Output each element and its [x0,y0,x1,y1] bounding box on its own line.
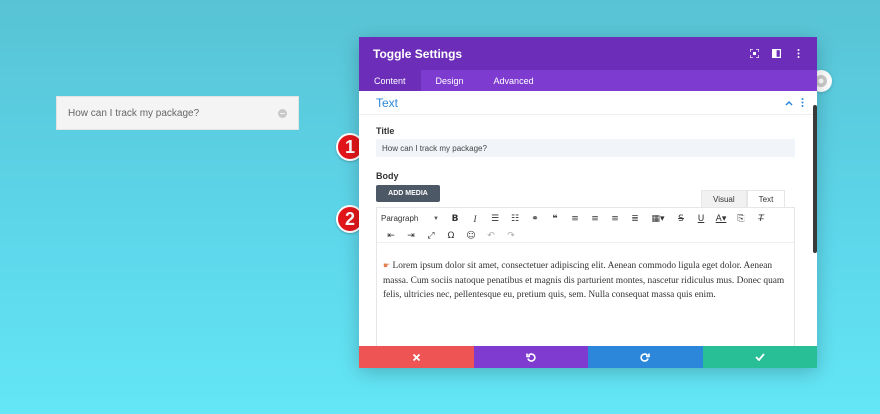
more-vertical-icon[interactable] [794,49,803,58]
align-left-icon[interactable]: ≡ [565,211,585,226]
section-text-header[interactable]: Text [359,91,817,115]
body-editor[interactable]: Paragraph ▼ B I ☰ ☷ ⚭ ❝ ≡ ≡ ≡ ≣ ▦▾ S U A… [376,207,795,351]
cancel-button[interactable] [359,346,474,368]
outdent-icon[interactable]: ⇤ [381,228,401,243]
fullscreen-icon[interactable]: ⤢ [421,228,441,243]
modal-tabs: Content Design Advanced [359,70,817,91]
modal-body: Text Title Body ADD MEDIA Visual Text Pa… [359,91,817,351]
caret-down-icon: ▼ [433,215,439,222]
undo-icon [525,353,536,362]
scrollbar[interactable] [813,105,817,253]
emoji-icon[interactable]: ☺ [461,228,481,243]
editor-toolbar: Paragraph ▼ B I ☰ ☷ ⚭ ❝ ≡ ≡ ≡ ≣ ▦▾ S U A… [377,208,794,243]
special-character-icon[interactable]: Ω [441,228,461,243]
fullscreen-icon[interactable] [750,49,759,58]
tab-advanced[interactable]: Advanced [479,70,549,91]
toggle-title: How can I track my package? [68,107,200,119]
more-vertical-icon[interactable] [801,98,804,107]
blockquote-icon[interactable]: ❝ [545,211,565,226]
close-icon [412,353,420,361]
align-center-icon[interactable]: ≡ [585,211,605,226]
align-right-icon[interactable]: ≡ [605,211,625,226]
modal-title: Toggle Settings [373,46,463,61]
editor-content[interactable]: ☛ Lorem ipsum dolor sit amet, consectetu… [377,243,794,303]
redo-icon [640,353,651,362]
indent-icon[interactable]: ⇥ [401,228,421,243]
text-color-icon[interactable]: A▾ [711,211,731,226]
body-label: Body [376,171,399,181]
clear-formatting-icon[interactable]: T̶ [751,211,771,226]
undo-icon[interactable]: ↶ [481,228,501,243]
link-icon[interactable]: ⚭ [525,211,545,226]
redo-icon[interactable]: ↷ [501,228,521,243]
body-text: Lorem ipsum dolor sit amet, consectetuer… [383,261,785,300]
minus-circle-icon[interactable] [278,108,287,118]
justify-icon[interactable]: ≣ [625,211,645,226]
bold-icon[interactable]: B [445,211,465,226]
format-select[interactable]: Paragraph ▼ [381,214,445,223]
tab-visual[interactable]: Visual [701,190,747,207]
modal-header: Toggle Settings [359,37,817,70]
strikethrough-icon[interactable]: S [671,211,691,226]
tab-content[interactable]: Content [359,70,421,91]
bullet-list-icon[interactable]: ☰ [485,211,505,226]
table-icon[interactable]: ▦▾ [645,211,671,226]
chevron-up-icon[interactable] [785,100,793,106]
paste-text-icon[interactable]: ⎘ [731,211,751,226]
toggle-module-preview[interactable]: How can I track my package? [56,96,299,130]
modal-footer [359,346,817,368]
underline-icon[interactable]: U [691,211,711,226]
tab-text[interactable]: Text [746,190,786,207]
columns-icon[interactable] [772,49,781,58]
check-icon [755,353,765,361]
numbered-list-icon[interactable]: ☷ [505,211,525,226]
redo-button[interactable] [588,346,703,368]
toggle-settings-modal: Toggle Settings Content Design Advanced … [359,37,817,368]
section-title: Text [376,95,399,110]
add-media-button[interactable]: ADD MEDIA [376,185,440,202]
pointing-hand-icon: ☛ [383,261,391,270]
editor-mode-tabs: Visual Text [701,190,786,207]
tab-design[interactable]: Design [421,70,479,91]
save-button[interactable] [702,346,817,368]
title-label: Title [376,126,395,136]
italic-icon[interactable]: I [465,211,485,226]
undo-button[interactable] [473,346,588,368]
title-input[interactable] [376,139,795,157]
format-select-value: Paragraph [381,214,419,223]
